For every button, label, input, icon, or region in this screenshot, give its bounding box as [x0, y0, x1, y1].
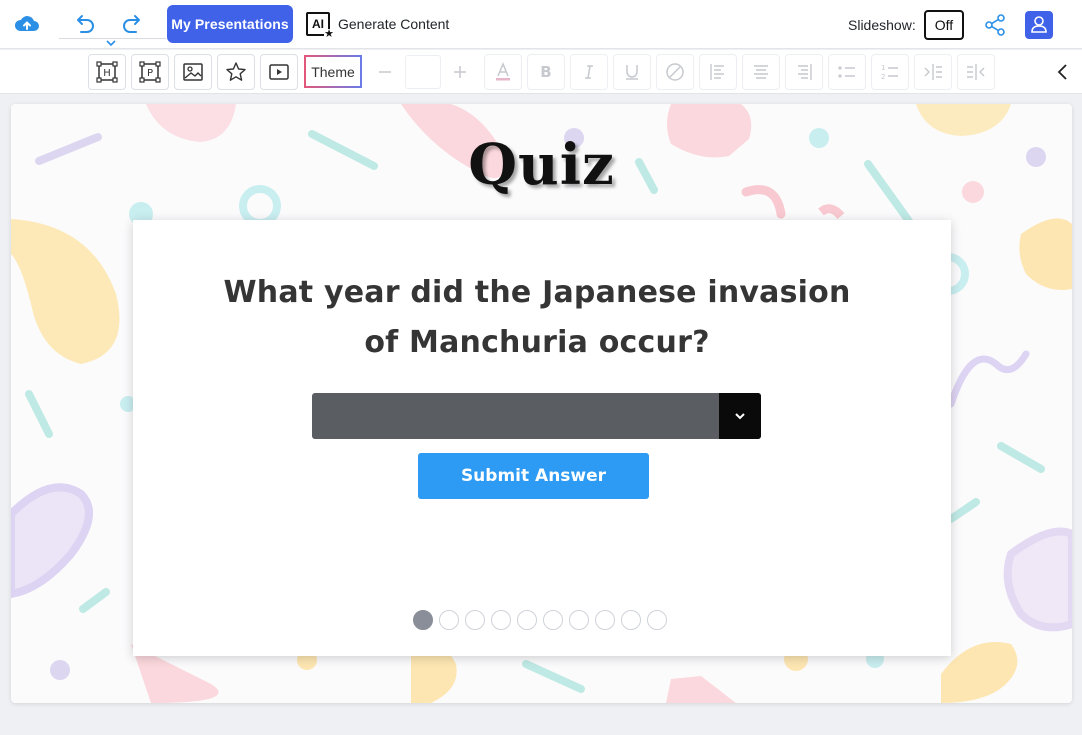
increase-size-button[interactable] — [441, 54, 479, 90]
svg-text:P: P — [147, 68, 153, 79]
pagination-dot[interactable] — [491, 610, 511, 630]
cloud-upload-icon[interactable] — [14, 12, 40, 36]
italic-button[interactable] — [570, 54, 608, 90]
generate-content-button[interactable]: Generate Content — [338, 16, 449, 32]
paragraph-frame-icon: P — [139, 61, 161, 83]
bullet-list-button[interactable] — [828, 54, 866, 90]
video-icon — [269, 64, 289, 80]
top-bar: My Presentations AI ★ Generate Content S… — [0, 0, 1082, 49]
my-presentations-button[interactable]: My Presentations — [167, 5, 293, 43]
clear-format-button[interactable] — [656, 54, 694, 90]
bullet-list-icon — [838, 66, 855, 78]
pagination-dot[interactable] — [465, 610, 485, 630]
font-size-input[interactable] — [405, 55, 441, 89]
chevron-down-icon — [735, 413, 745, 420]
align-center-icon — [754, 65, 768, 79]
submit-answer-button[interactable]: Submit Answer — [418, 453, 649, 499]
no-style-icon — [666, 63, 684, 81]
pagination-dot[interactable] — [595, 610, 615, 630]
outdent-button[interactable] — [957, 54, 995, 90]
indent-icon — [924, 64, 942, 80]
share-icon[interactable] — [983, 13, 1007, 37]
align-center-button[interactable] — [742, 54, 780, 90]
svg-text:2: 2 — [881, 73, 885, 81]
pagination-dot[interactable] — [413, 610, 433, 630]
pagination-dot[interactable] — [543, 610, 563, 630]
insert-video-button[interactable] — [260, 54, 298, 90]
svg-text:H: H — [103, 68, 111, 79]
question-pagination — [413, 610, 673, 632]
align-left-icon — [710, 64, 724, 80]
underline-button[interactable] — [613, 54, 651, 90]
paragraph-frame-button[interactable]: P — [131, 54, 169, 90]
align-left-button[interactable] — [699, 54, 737, 90]
decrease-size-button[interactable] — [366, 54, 404, 90]
slideshow-label: Slideshow: — [848, 17, 916, 33]
theme-button[interactable]: Theme — [304, 55, 362, 88]
editor-toolbar: H P Theme B 1 2 — [0, 50, 1082, 94]
slideshow-toggle[interactable]: Off — [924, 10, 964, 40]
pagination-dot[interactable] — [517, 610, 537, 630]
bold-button[interactable]: B — [527, 54, 565, 90]
answer-select[interactable] — [312, 393, 761, 439]
numbered-list-icon: 12 — [881, 64, 898, 81]
plus-icon — [454, 66, 466, 78]
slide-title[interactable]: Quiz — [11, 132, 1072, 198]
image-icon — [183, 63, 203, 81]
user-account-button[interactable] — [1025, 11, 1053, 39]
heading-frame-button[interactable]: H — [88, 54, 126, 90]
user-icon — [1031, 16, 1047, 33]
underline-icon — [626, 65, 638, 80]
select-toggle[interactable] — [719, 393, 761, 439]
redo-icon[interactable] — [120, 11, 146, 37]
quiz-card: What year did the Japanese invasion of M… — [133, 220, 951, 656]
indent-button[interactable] — [914, 54, 952, 90]
pagination-dot[interactable] — [647, 610, 667, 630]
align-right-button[interactable] — [785, 54, 823, 90]
undo-icon[interactable] — [71, 11, 97, 37]
align-right-icon — [798, 64, 812, 80]
insert-shape-button[interactable] — [217, 54, 255, 90]
bold-icon: B — [540, 63, 551, 81]
text-color-button[interactable] — [484, 54, 522, 90]
chevron-left-icon[interactable] — [1053, 62, 1073, 82]
pagination-dot[interactable] — [439, 610, 459, 630]
pagination-dot[interactable] — [569, 610, 589, 630]
text-color-icon — [496, 62, 510, 81]
sparkle-icon: ★ — [324, 28, 334, 40]
pagination-dot[interactable] — [621, 610, 641, 630]
ai-badge-label: AI — [312, 17, 324, 31]
insert-image-button[interactable] — [174, 54, 212, 90]
italic-icon — [585, 65, 593, 79]
ai-generate-icon[interactable]: AI ★ — [306, 12, 334, 40]
numbered-list-button[interactable]: 12 — [871, 54, 909, 90]
slide-canvas: Quiz What year did the Japanese invasion… — [11, 104, 1072, 703]
svg-text:1: 1 — [881, 64, 885, 72]
star-icon — [226, 62, 246, 81]
heading-frame-icon: H — [96, 61, 118, 83]
chevron-down-icon[interactable] — [105, 38, 117, 48]
minus-icon — [379, 71, 391, 73]
quiz-question: What year did the Japanese invasion of M… — [223, 275, 851, 360]
outdent-icon — [967, 64, 985, 80]
svg-text:B: B — [540, 63, 551, 81]
